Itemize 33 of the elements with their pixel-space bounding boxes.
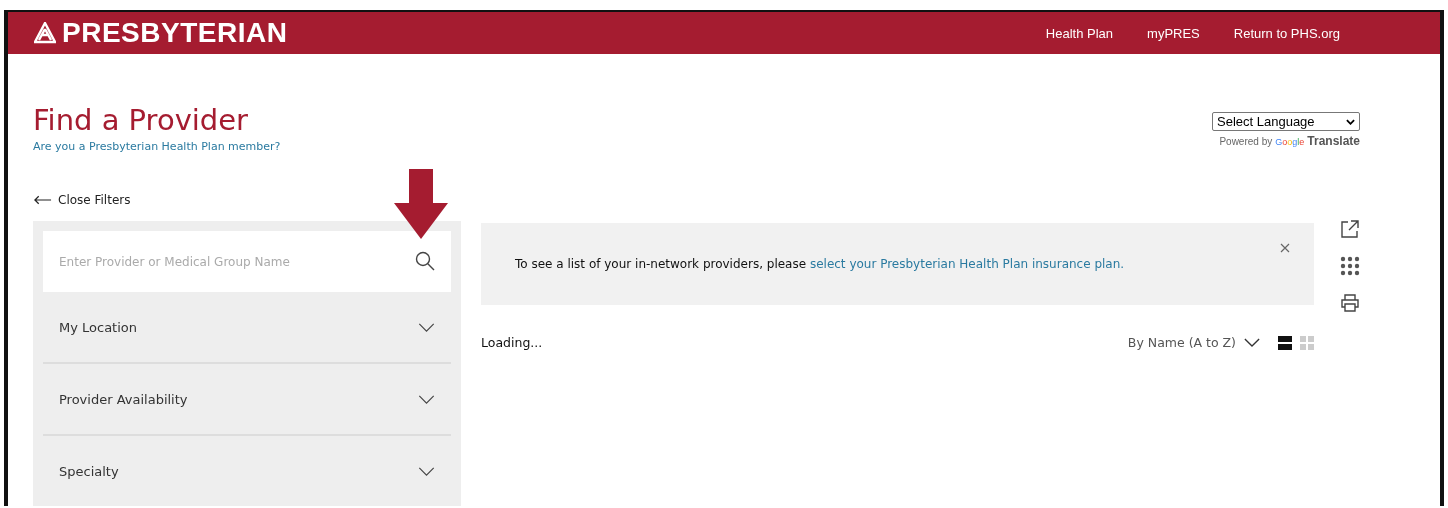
search-field[interactable]: Enter Provider or Medical Group Name <box>43 231 451 292</box>
logo-text: PRESBYTERIAN <box>62 17 288 49</box>
arrow-icon <box>394 169 448 239</box>
filter-accordion[interactable]: Provider Availability <box>43 364 451 436</box>
close-icon[interactable] <box>1280 243 1290 253</box>
notice-text: To see a list of your in-network providers, please select your Presbyterian Health Plan insurance plan. <box>515 257 1125 271</box>
chevron-icon <box>418 394 435 404</box>
nav-link[interactable]: Return to PHS.org <box>1233 25 1340 41</box>
close-filters-link[interactable]: Close Filters <box>33 193 131 207</box>
filter-accordion[interactable]: My Location <box>43 292 451 364</box>
sort-dropdown[interactable]: By Name (A to Z) <box>1127 335 1260 350</box>
page-title: Find a Provider <box>33 102 250 138</box>
translate-link[interactable]: Translate <box>1307 134 1360 148</box>
print-icon[interactable] <box>1340 293 1360 313</box>
caret-icon <box>1346 118 1355 125</box>
nav-link[interactable]: Health Plan <box>1045 25 1114 41</box>
language-select[interactable]: Select Language <box>1212 112 1360 131</box>
chevron-icon <box>1244 338 1260 347</box>
list-view-icon[interactable] <box>1278 335 1292 350</box>
plan-link[interactable]: select your Presbyterian Health Plan insurance plan. <box>809 257 1125 271</box>
logo-icon <box>34 22 56 44</box>
powered-by-text: Powered by <box>1219 136 1273 147</box>
google-text[interactable]: Google <box>1275 137 1305 147</box>
loading-text: Loading... <box>481 335 543 350</box>
search-icon[interactable] <box>415 251 435 271</box>
filter-accordion[interactable]: Specialty <box>43 436 451 506</box>
chevron-icon <box>418 466 435 476</box>
chevron-icon <box>418 322 435 332</box>
nav-link[interactable]: myPRES <box>1147 25 1200 41</box>
back-arrow-icon <box>33 195 52 205</box>
dot-grid-icon[interactable] <box>1340 256 1360 276</box>
external-link-icon[interactable] <box>1340 219 1360 239</box>
member-link[interactable]: Are you a Presbyterian Health Plan member? <box>33 140 281 153</box>
